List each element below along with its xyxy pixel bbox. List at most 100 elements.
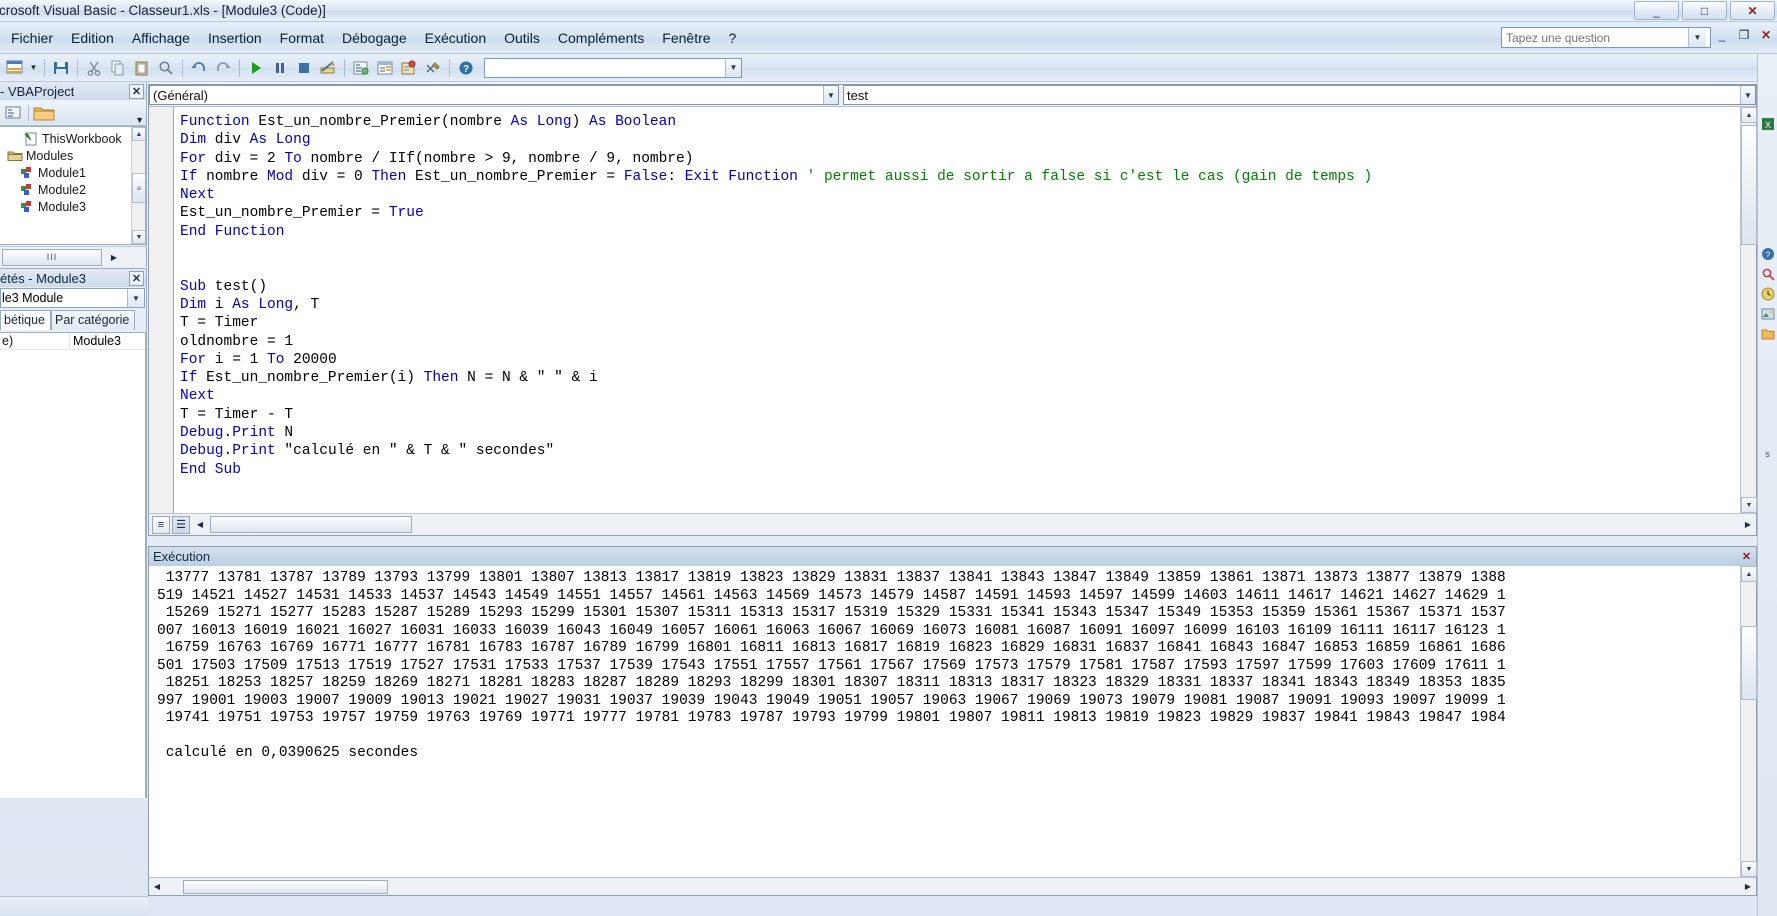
ask-a-question-input[interactable] (1502, 29, 1688, 46)
close-icon[interactable]: ✕ (129, 83, 144, 99)
code-text[interactable]: Function Est_un_nombre_Premier(nombre As… (174, 107, 1756, 513)
view-code-icon[interactable] (2, 102, 24, 124)
minimize-button[interactable]: _ (1634, 1, 1679, 20)
chevron-down-icon[interactable]: ▼ (725, 58, 741, 77)
tab-alphabetique[interactable]: bétique (0, 310, 52, 330)
close-icon[interactable]: ✕ (129, 270, 144, 286)
mdi-minimize-button[interactable]: _ (1715, 28, 1729, 42)
toggle-folders-icon[interactable]: ▼ (135, 115, 144, 125)
immediate-window-output[interactable]: 13777 13781 13787 13789 13793 13799 1380… (149, 566, 1740, 877)
toolbar-position-box[interactable]: ▼ (484, 57, 742, 78)
code-token-kw: To (284, 150, 302, 167)
design-mode-icon[interactable] (316, 56, 340, 80)
scrollbar-thumb[interactable] (183, 879, 388, 894)
object-combo[interactable]: (Général) ▼ (149, 85, 839, 105)
scroll-down-icon[interactable]: ▼ (1741, 497, 1757, 513)
mdi-restore-button[interactable]: ❐ (1737, 28, 1751, 42)
tree-item-module1[interactable]: Module1 (0, 164, 145, 181)
scrollbar-thumb[interactable]: III (2, 248, 102, 266)
excel-view-icon[interactable] (3, 56, 27, 80)
scroll-down-icon[interactable]: ▼ (1741, 861, 1757, 877)
immediate-hscrollbar[interactable]: ◀ ▶ (149, 877, 1756, 895)
scrollbar-thumb[interactable] (1741, 125, 1757, 245)
help-icon[interactable]: ? (454, 56, 478, 80)
cut-icon[interactable] (82, 56, 106, 80)
find-icon[interactable] (154, 56, 178, 80)
tree-item-module2[interactable]: Module2 (0, 181, 145, 198)
chevron-down-icon[interactable]: ▼ (823, 86, 838, 104)
scroll-left-icon[interactable]: ◀ (192, 520, 208, 529)
margin-indicator-bar[interactable] (149, 107, 174, 513)
folder-icon[interactable] (33, 102, 55, 124)
picture-icon[interactable] (1758, 304, 1777, 324)
project-tree-vscrollbar[interactable]: ▲ ≡ ▼ (131, 127, 145, 244)
code-editor[interactable]: Function Est_un_nombre_Premier(nombre As… (149, 107, 1756, 513)
chevron-down-icon[interactable]: ▼ (1740, 86, 1755, 104)
properties-object-combo[interactable]: le3 Module ▼ (0, 288, 145, 308)
code-vscrollbar[interactable]: ▲ ▼ (1740, 107, 1757, 513)
maximize-button[interactable]: □ (1682, 1, 1727, 20)
pause-icon[interactable] (268, 56, 292, 80)
menu-debogage[interactable]: Débogage (333, 27, 416, 49)
tree-item-modules[interactable]: Modules (0, 147, 145, 164)
clock-icon[interactable] (1758, 284, 1777, 304)
scroll-right-icon[interactable]: ▶ (1740, 882, 1756, 891)
scrollbar-thumb[interactable]: ≡ (132, 173, 145, 203)
toolbox-icon[interactable] (421, 56, 445, 80)
menu-format[interactable]: Format (271, 27, 333, 49)
tab-par-categorie[interactable]: Par catégorie (51, 310, 136, 330)
save-icon[interactable] (49, 56, 73, 80)
close-button[interactable]: ✕ (1730, 1, 1775, 20)
scroll-right-icon[interactable]: ▶ (106, 249, 122, 266)
close-icon[interactable]: ✕ (1739, 549, 1754, 564)
help-icon[interactable]: ? (1758, 244, 1777, 264)
scroll-up-icon[interactable]: ▲ (1741, 107, 1757, 123)
scrollbar-thumb[interactable] (1741, 626, 1757, 700)
menu-outils[interactable]: Outils (495, 27, 549, 49)
properties-grid[interactable]: e) Module3 (0, 332, 146, 798)
menu-help[interactable]: ? (720, 27, 746, 49)
menu-insertion[interactable]: Insertion (199, 27, 271, 49)
tree-item-module3[interactable]: Module3 (0, 198, 145, 215)
properties-window-icon[interactable] (373, 56, 397, 80)
project-explorer-icon[interactable] (349, 56, 373, 80)
search-icon[interactable] (1758, 264, 1777, 284)
undo-icon[interactable] (187, 56, 211, 80)
menu-complements[interactable]: Compléments (549, 27, 653, 49)
scroll-up-icon[interactable]: ▲ (132, 127, 145, 141)
scroll-right-icon[interactable]: ▶ (1740, 520, 1756, 529)
mdi-close-button[interactable]: ✕ (1759, 28, 1773, 42)
procedure-view-icon[interactable]: ≡ (152, 515, 170, 534)
immediate-vscrollbar[interactable]: ▲ ▼ (1740, 566, 1757, 877)
chevron-down-icon[interactable]: ▼ (27, 63, 40, 72)
ask-a-question-box[interactable]: ▼ (1501, 27, 1711, 48)
redo-icon[interactable] (211, 56, 235, 80)
stop-icon[interactable] (292, 56, 316, 80)
scroll-left-icon[interactable]: ◀ (149, 882, 165, 891)
procedure-combo[interactable]: test ▼ (843, 85, 1756, 105)
property-row[interactable]: e) Module3 (0, 333, 145, 350)
immediate-window-title-bar: Exécution ✕ (149, 547, 1756, 566)
tree-item-thisworkbook[interactable]: ThisWorkbook (0, 130, 145, 147)
project-tree-hscrollbar[interactable]: III ▶ (0, 246, 146, 267)
menu-affichage[interactable]: Affichage (123, 27, 199, 49)
property-value[interactable]: Module3 (70, 334, 121, 348)
menu-fenetre[interactable]: Fenêtre (653, 27, 719, 49)
copy-icon[interactable] (106, 56, 130, 80)
folder-icon[interactable] (1758, 324, 1777, 344)
code-hscrollbar[interactable]: ≡ ☰ ◀ ▶ (149, 513, 1756, 535)
run-icon[interactable] (244, 56, 268, 80)
scroll-down-icon[interactable]: ▼ (132, 230, 145, 244)
object-browser-icon[interactable] (397, 56, 421, 80)
scrollbar-thumb[interactable] (210, 516, 412, 533)
scroll-up-icon[interactable]: ▲ (1741, 566, 1757, 582)
project-tree[interactable]: ThisWorkbook Modules Module1 Module2 Mod… (0, 126, 146, 245)
full-module-view-icon[interactable]: ☰ (172, 515, 190, 534)
chevron-down-icon[interactable]: ▼ (1688, 28, 1706, 47)
menu-edition[interactable]: Edition (62, 27, 123, 49)
excel-icon[interactable]: X (1758, 114, 1777, 134)
paste-icon[interactable] (130, 56, 154, 80)
chevron-down-icon[interactable]: ▼ (127, 289, 144, 307)
menu-execution[interactable]: Exécution (416, 27, 495, 49)
menu-fichier[interactable]: Fichier (2, 27, 62, 49)
